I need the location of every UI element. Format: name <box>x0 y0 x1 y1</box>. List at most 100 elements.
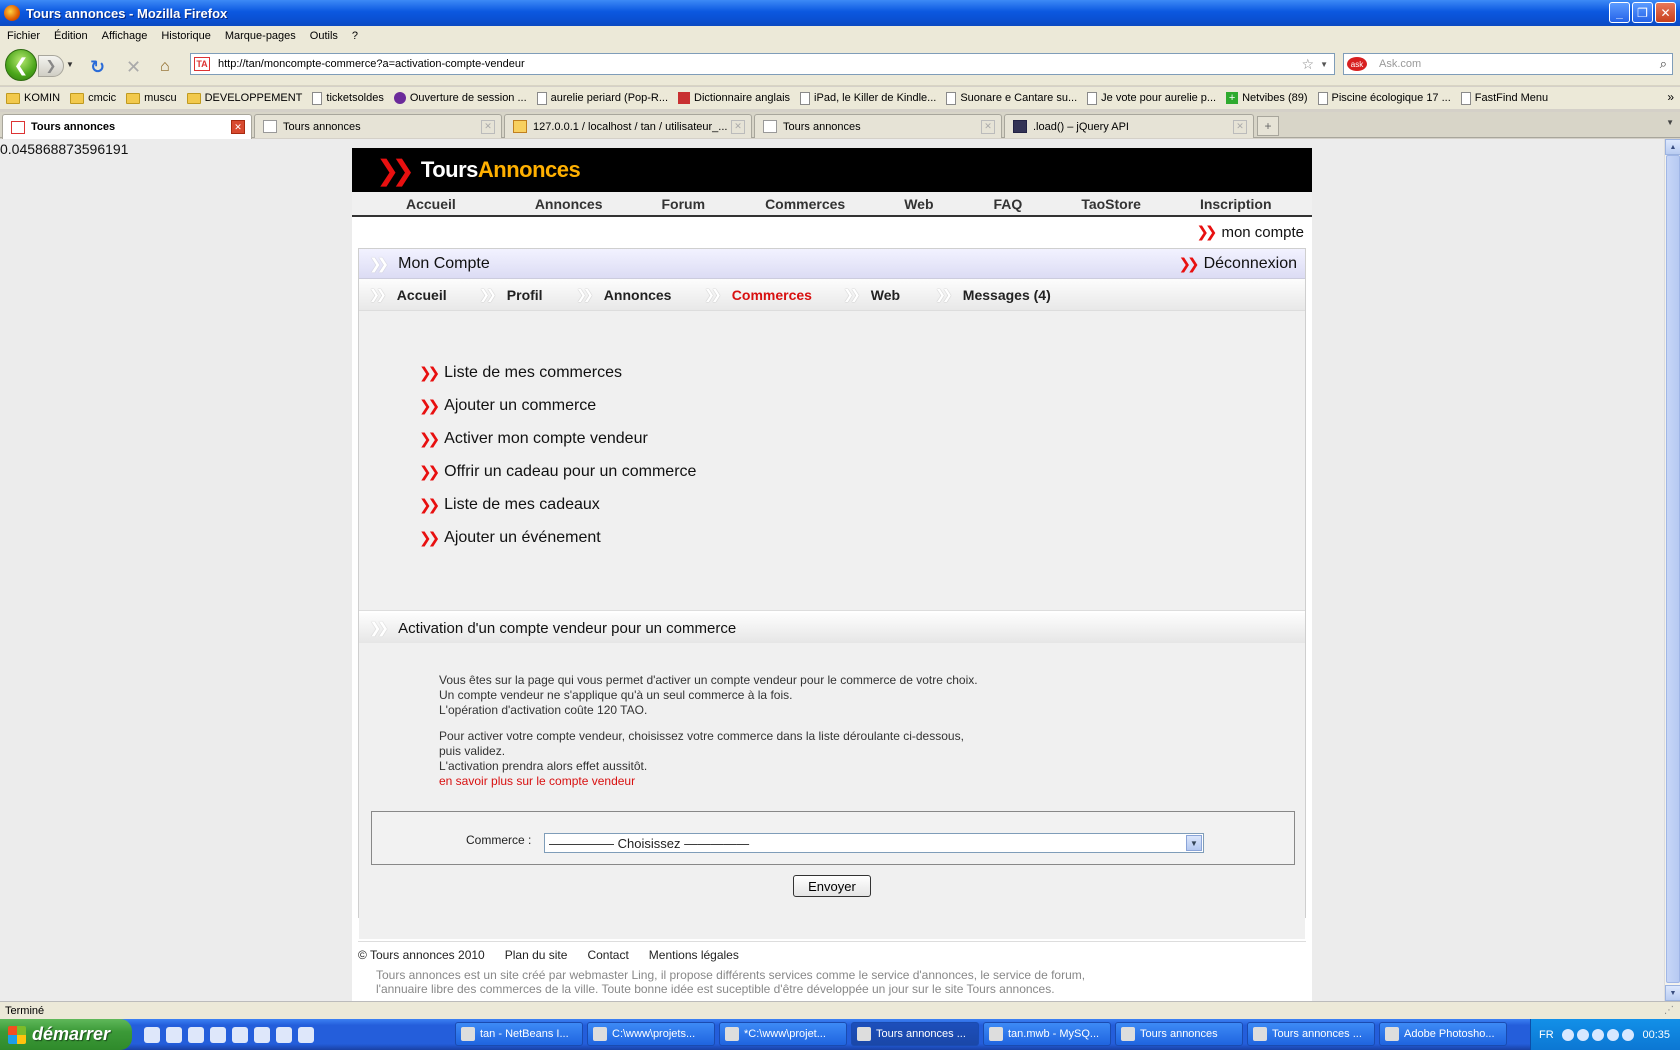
submit-button[interactable]: Envoyer <box>793 875 871 897</box>
commerce-select[interactable]: ————— Choisissez ————— ▼ <box>544 833 1204 853</box>
footer-link-contact[interactable]: Contact <box>587 948 628 962</box>
close-tab-icon[interactable]: ✕ <box>231 120 245 134</box>
main-nav-forum[interactable]: Forum <box>662 196 706 212</box>
paint-icon[interactable] <box>232 1026 248 1043</box>
taskbar-item[interactable]: Tours annonces <box>1115 1022 1243 1046</box>
tray-icon[interactable] <box>1621 1028 1634 1041</box>
link-ajouter-evenement[interactable]: ❯❯ Ajouter un événement <box>419 529 601 547</box>
tab[interactable]: Tours annonces ✕ <box>254 114 502 138</box>
url-dropdown-icon[interactable]: ▼ <box>1320 60 1328 69</box>
close-tab-icon[interactable]: ✕ <box>481 119 495 134</box>
mon-compte-link[interactable]: ❯❯ mon compte <box>1196 223 1304 242</box>
logout-link[interactable]: ❯❯ Déconnexion <box>1178 255 1297 273</box>
taskbar-item[interactable]: *C:\www\projet... <box>719 1022 847 1046</box>
menu-affichage[interactable]: Affichage <box>95 30 155 42</box>
search-engine-icon[interactable]: ask <box>1347 57 1367 71</box>
scroll-down-icon[interactable]: ▼ <box>1665 985 1680 1001</box>
home-icon[interactable]: ⌂ <box>160 58 170 76</box>
subnav-accueil[interactable]: ❯❯ Accueil <box>369 287 447 303</box>
folder-icon[interactable] <box>298 1026 314 1043</box>
new-tab-button[interactable]: + <box>1257 116 1279 136</box>
tab[interactable]: .load() – jQuery API ✕ <box>1004 114 1254 138</box>
menu-historique[interactable]: Historique <box>154 30 218 42</box>
taskbar-item[interactable]: tan.mwb - MySQ... <box>983 1022 1111 1046</box>
bookmark-item[interactable]: iPad, le Killer de Kindle... <box>800 91 936 105</box>
taskbar-item[interactable]: Adobe Photosho... <box>1379 1022 1507 1046</box>
subnav-profil[interactable]: ❯❯ Profil <box>479 287 543 303</box>
main-nav-annonces[interactable]: Annonces <box>535 196 603 212</box>
menu-edition[interactable]: Édition <box>47 30 95 42</box>
search-icon[interactable]: ⌕ <box>1660 56 1667 72</box>
subnav-commerces[interactable]: ❯❯ Commerces <box>704 287 812 303</box>
history-dropdown-icon[interactable]: ▼ <box>66 60 74 69</box>
link-liste-cadeaux[interactable]: ❯❯ Liste de mes cadeaux <box>419 496 600 514</box>
tab[interactable]: Tours annonces ✕ <box>2 114 252 139</box>
subnav-annonces[interactable]: ❯❯ Annonces <box>576 287 671 303</box>
main-nav-web[interactable]: Web <box>904 196 933 212</box>
learn-more-link[interactable]: en savoir plus sur le compte vendeur <box>439 774 964 789</box>
link-ajouter-commerce[interactable]: ❯❯ Ajouter un commerce <box>419 397 596 415</box>
scroll-thumb[interactable] <box>1666 155 1680 983</box>
reload-icon[interactable]: ↻ <box>90 57 105 78</box>
main-nav-accueil[interactable]: Accueil <box>406 196 456 212</box>
bookmark-item[interactable]: + Netvibes (89) <box>1226 92 1308 104</box>
footer-link-plan[interactable]: Plan du site <box>505 948 568 962</box>
menu-help[interactable]: ? <box>345 30 365 42</box>
menu-outils[interactable]: Outils <box>303 30 345 42</box>
close-window-button[interactable]: ✕ <box>1655 2 1676 23</box>
taskbar-item[interactable]: Tours annonces ... <box>1247 1022 1375 1046</box>
chrome-icon[interactable] <box>144 1026 160 1043</box>
main-nav-taostore[interactable]: TaoStore <box>1081 196 1141 212</box>
vertical-scrollbar[interactable]: ▲ ▼ <box>1664 139 1680 1001</box>
bookmark-item[interactable]: Piscine écologique 17 ... <box>1317 91 1451 105</box>
maximize-button[interactable]: ❐ <box>1632 2 1653 23</box>
logo-text-tours[interactable]: Tours <box>421 157 478 183</box>
tray-icon[interactable] <box>1591 1028 1604 1041</box>
bookmark-item[interactable]: FastFind Menu <box>1460 91 1548 105</box>
bookmark-item[interactable]: ticketsoldes <box>312 91 384 105</box>
language-indicator[interactable]: FR <box>1539 1029 1554 1041</box>
tab[interactable]: Tours annonces ✕ <box>754 114 1002 138</box>
taskbar-item[interactable]: tan - NetBeans I... <box>455 1022 583 1046</box>
bookmark-star-icon[interactable]: ☆ <box>1301 56 1314 73</box>
close-tab-icon[interactable]: ✕ <box>981 119 995 134</box>
bookmark-item[interactable]: KOMIN <box>6 92 60 104</box>
firefox-icon[interactable] <box>166 1026 182 1043</box>
bookmark-item[interactable]: Je vote pour aurelie p... <box>1087 91 1216 105</box>
tab[interactable]: 127.0.0.1 / localhost / tan / utilisateu… <box>504 114 752 138</box>
close-tab-icon[interactable]: ✕ <box>731 119 745 134</box>
tab-list-dropdown-icon[interactable]: ▼ <box>1666 118 1674 127</box>
logo-text-annonces[interactable]: Annonces <box>478 157 581 183</box>
resize-grip-icon[interactable]: ⋰ <box>1664 1005 1674 1016</box>
clock[interactable]: 00:35 <box>1642 1029 1670 1041</box>
main-nav-commerces[interactable]: Commerces <box>765 196 845 212</box>
forward-button[interactable]: ❯ <box>38 55 64 77</box>
tray-icon[interactable] <box>1561 1028 1574 1041</box>
bookmark-item[interactable]: DEVELOPPEMENT <box>186 92 302 104</box>
main-nav-faq[interactable]: FAQ <box>994 196 1023 212</box>
tray-icon[interactable] <box>1606 1028 1619 1041</box>
main-nav-inscription[interactable]: Inscription <box>1200 196 1272 212</box>
bookmark-item[interactable]: Dictionnaire anglais <box>678 92 790 104</box>
user-icon[interactable] <box>188 1026 204 1043</box>
url-text[interactable]: http://tan/moncompte-commerce?a=activati… <box>218 58 525 70</box>
tray-icon[interactable] <box>1576 1028 1589 1041</box>
menu-fichier[interactable]: Fichier <box>0 30 47 42</box>
bookmark-item[interactable]: Suonare e Cantare su... <box>946 91 1077 105</box>
back-button[interactable]: ❮ <box>5 49 37 81</box>
chevron-down-icon[interactable]: ▼ <box>1186 835 1202 851</box>
link-activer-compte-vendeur[interactable]: ❯❯ Activer mon compte vendeur <box>419 430 648 448</box>
subnav-web[interactable]: ❯❯ Web <box>843 287 900 303</box>
close-tab-icon[interactable]: ✕ <box>1233 119 1247 134</box>
minimize-button[interactable]: _ <box>1609 2 1630 23</box>
tools-icon[interactable] <box>210 1026 226 1043</box>
bookmark-item[interactable]: Ouverture de session ... <box>393 92 527 104</box>
scroll-up-icon[interactable]: ▲ <box>1665 139 1680 155</box>
ie-icon[interactable] <box>254 1026 270 1043</box>
opera-icon[interactable] <box>276 1026 292 1043</box>
menu-marque-pages[interactable]: Marque-pages <box>218 30 303 42</box>
bookmarks-overflow-icon[interactable]: » <box>1667 90 1674 104</box>
taskbar-item[interactable]: Tours annonces ... <box>851 1022 979 1046</box>
search-bar[interactable]: ask Ask.com ⌕ <box>1343 53 1673 75</box>
bookmark-item[interactable]: aurelie periard (Pop-R... <box>536 91 668 105</box>
